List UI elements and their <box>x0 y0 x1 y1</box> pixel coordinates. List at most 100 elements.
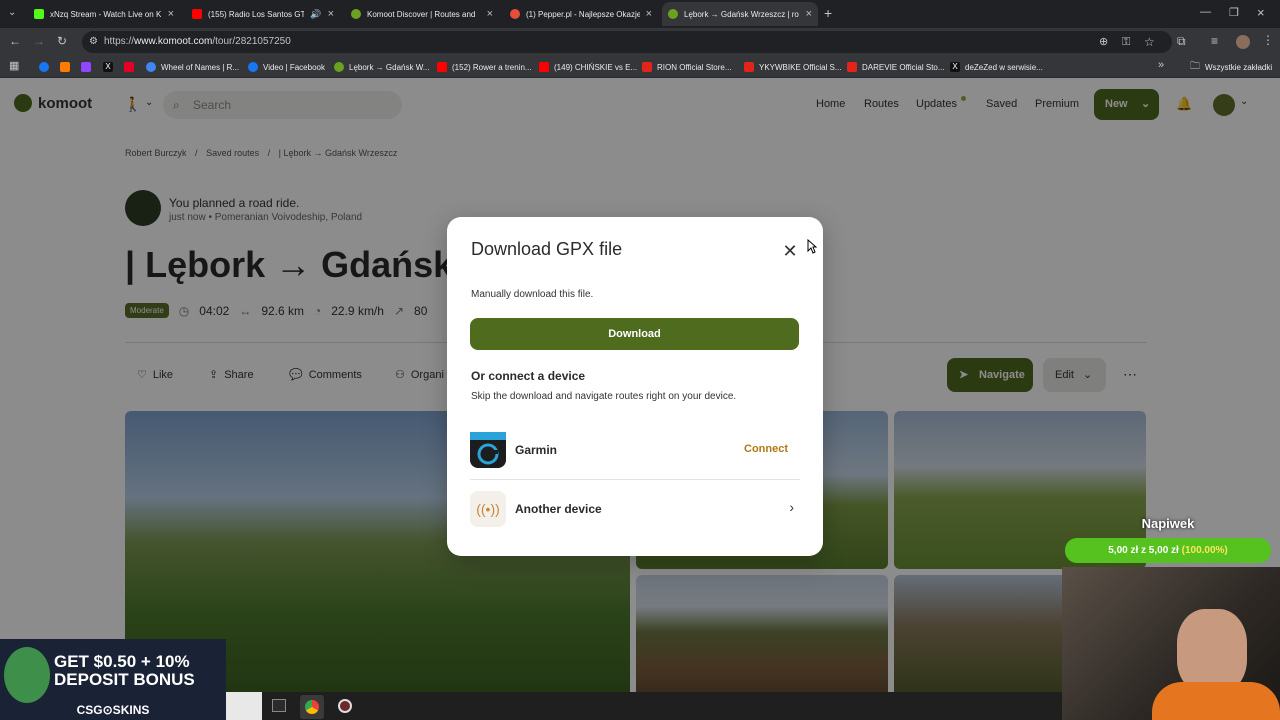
all-bookmarks-folder[interactable]: 🗀 Wszystkie zakładki <box>1190 60 1272 74</box>
tab-kick-stream[interactable]: xNzq Stream - Watch Live on K × <box>28 2 180 26</box>
bookmark-rower[interactable]: (152) Rower a trenin... <box>437 60 532 74</box>
url-scheme: https:// <box>104 36 135 47</box>
tip-progress-text: 5,00 zł z 5,00 zł <box>1108 545 1179 556</box>
tab-radio-los-santos[interactable]: (155) Radio Los Santos GTA 🔊 × <box>186 2 340 26</box>
address-bar[interactable]: ⚙ https://www.komoot.com/tour/2821057250… <box>82 31 1172 53</box>
more-bookmarks-icon[interactable]: » <box>1158 59 1164 71</box>
profile-avatar[interactable] <box>1236 35 1250 49</box>
bookmark-label: Lębork → Gdańsk W... <box>349 62 430 72</box>
device-row-another[interactable]: ((•)) Another device › <box>470 489 800 529</box>
tip-percent: (100.00%) <box>1181 545 1228 556</box>
device-row-garmin[interactable]: Garmin Connect <box>470 430 800 470</box>
bookmark-rion[interactable]: RION Official Store... <box>642 60 732 74</box>
tab-pepper[interactable]: (1) Pepper.pl - Najlepsze Okazje × <box>504 2 658 26</box>
media-control-icon[interactable]: ≡ <box>1211 34 1218 48</box>
bookmark-chinskie[interactable]: (149) CHIŃSKIE vs E... <box>539 60 637 74</box>
url-domain: www.komoot.com <box>134 36 213 47</box>
tab-title: (1) Pepper.pl - Najlepsze Okazje <box>526 9 640 19</box>
chrome-icon <box>305 700 319 714</box>
bookmark-label: Video | Facebook <box>263 62 325 72</box>
device-name: Another device <box>515 502 602 516</box>
restore-icon[interactable]: ❐ <box>1229 6 1239 19</box>
download-button[interactable]: Download <box>470 318 799 350</box>
bookmarks-bar: ▦ X Wheel of Names | R... Video | Facebo… <box>0 56 1280 78</box>
extensions-icon[interactable]: ⧉ <box>1177 34 1186 49</box>
site-info-icon[interactable]: ⚙ <box>89 31 98 53</box>
device-name: Garmin <box>515 443 558 457</box>
pepper-favicon-icon <box>510 9 520 19</box>
youtube-icon <box>539 62 549 72</box>
tab-title: xNzq Stream - Watch Live on K <box>50 9 162 19</box>
bookmark-label: YKYWBIKE Official S... <box>759 62 842 72</box>
password-key-icon[interactable]: ⚿ <box>1122 31 1130 53</box>
promo-banner[interactable]: GET $0.50 + 10% DEPOSIT BONUS CSG⊙SKINS <box>0 639 226 720</box>
garmin-icon <box>470 432 506 468</box>
speaker-icon[interactable]: 🔊 <box>310 9 321 20</box>
bookmark-label: DAREVIE Official Sto... <box>862 62 945 72</box>
bookmark-label: (149) CHIŃSKIE vs E... <box>554 62 638 72</box>
bookmark-label: Wheel of Names | R... <box>161 62 240 72</box>
bookmark-red[interactable] <box>124 60 134 74</box>
new-tab-icon[interactable]: + <box>824 5 832 21</box>
close-icon[interactable]: × <box>168 8 174 20</box>
promo-headline: GET $0.50 + 10% DEPOSIT BONUS <box>54 653 195 689</box>
komoot-favicon-icon <box>351 9 361 19</box>
bookmark-orange[interactable] <box>60 60 70 74</box>
promo-line1: GET $0.50 + 10% <box>54 652 190 671</box>
browser-toolbar: ← → ↻ ⚙ https://www.komoot.com/tour/2821… <box>0 28 1280 56</box>
zoom-icon[interactable]: ⊕ <box>1099 31 1108 53</box>
bookmark-x[interactable]: X <box>103 60 113 74</box>
bookmark-wheel-of-names[interactable]: Wheel of Names | R... <box>146 60 239 74</box>
taskbar-search-area[interactable] <box>226 692 262 720</box>
back-icon[interactable]: ← <box>9 34 21 48</box>
streamer-shirt <box>1152 682 1280 720</box>
close-icon[interactable]: × <box>487 8 493 20</box>
tab-search-icon[interactable]: ⌄ <box>8 7 16 18</box>
youtube-favicon-icon <box>192 9 202 19</box>
webcam-feed <box>1062 567 1280 720</box>
chrome-taskbar-button[interactable] <box>300 695 324 719</box>
menu-kebab-icon[interactable]: ⋮ <box>1262 33 1274 47</box>
bookmark-ykywbike[interactable]: YKYWBIKE Official S... <box>744 60 842 74</box>
bookmark-star-icon[interactable]: ☆ <box>1144 31 1155 53</box>
reload-icon[interactable]: ↻ <box>57 34 67 48</box>
aliexpress-icon <box>847 62 857 72</box>
close-icon[interactable]: ✕ <box>780 241 800 261</box>
minimize-icon[interactable]: — <box>1200 6 1211 18</box>
terminal-icon[interactable] <box>272 699 286 712</box>
bookmark-darevie[interactable]: DAREVIE Official Sto... <box>847 60 945 74</box>
bookmark-facebook[interactable] <box>39 60 49 74</box>
orange-site-icon <box>60 62 70 72</box>
garmin-connect-button[interactable]: Connect <box>744 443 788 455</box>
apps-grid-icon[interactable]: ▦ <box>9 59 19 72</box>
promo-brand: CSG⊙SKINS <box>76 703 150 717</box>
close-icon[interactable]: × <box>328 8 334 20</box>
dialog-subtitle: Manually download this file. <box>471 289 594 300</box>
komoot-icon <box>334 62 344 72</box>
window-close-icon[interactable]: × <box>1257 5 1265 20</box>
tab-lebork-gdansk[interactable]: Lębork → Gdańsk Wrzeszcz | ro × <box>662 2 818 26</box>
bookmark-video-facebook[interactable]: Video | Facebook <box>248 60 325 74</box>
divider <box>470 479 800 480</box>
close-icon[interactable]: × <box>646 8 652 20</box>
bookmark-twitch[interactable] <box>81 60 91 74</box>
tab-komoot-discover[interactable]: Komoot Discover | Routes and × <box>345 2 499 26</box>
youtube-icon <box>437 62 447 72</box>
tab-title: (155) Radio Los Santos GTA <box>208 9 305 19</box>
wheel-icon <box>146 62 156 72</box>
forward-icon[interactable]: → <box>33 34 45 48</box>
bookmark-komoot-route[interactable]: Lębork → Gdańsk W... <box>334 60 429 74</box>
bookmark-dezezed[interactable]: XdeZeZed w serwisie... <box>950 60 1043 74</box>
kick-favicon-icon <box>34 9 44 19</box>
chevron-right-icon: › <box>789 499 794 515</box>
twitch-icon <box>81 62 91 72</box>
aliexpress-icon <box>744 62 754 72</box>
promo-line2: DEPOSIT BONUS <box>54 670 195 689</box>
connect-description: Skip the download and navigate routes ri… <box>471 391 737 402</box>
tip-title: Napiwek <box>1141 516 1195 531</box>
aliexpress-icon <box>642 62 652 72</box>
komoot-favicon-icon <box>668 9 678 19</box>
broadcast-signal-icon: ((•)) <box>470 491 506 527</box>
obs-icon[interactable] <box>338 699 352 713</box>
close-icon[interactable]: × <box>806 8 812 20</box>
